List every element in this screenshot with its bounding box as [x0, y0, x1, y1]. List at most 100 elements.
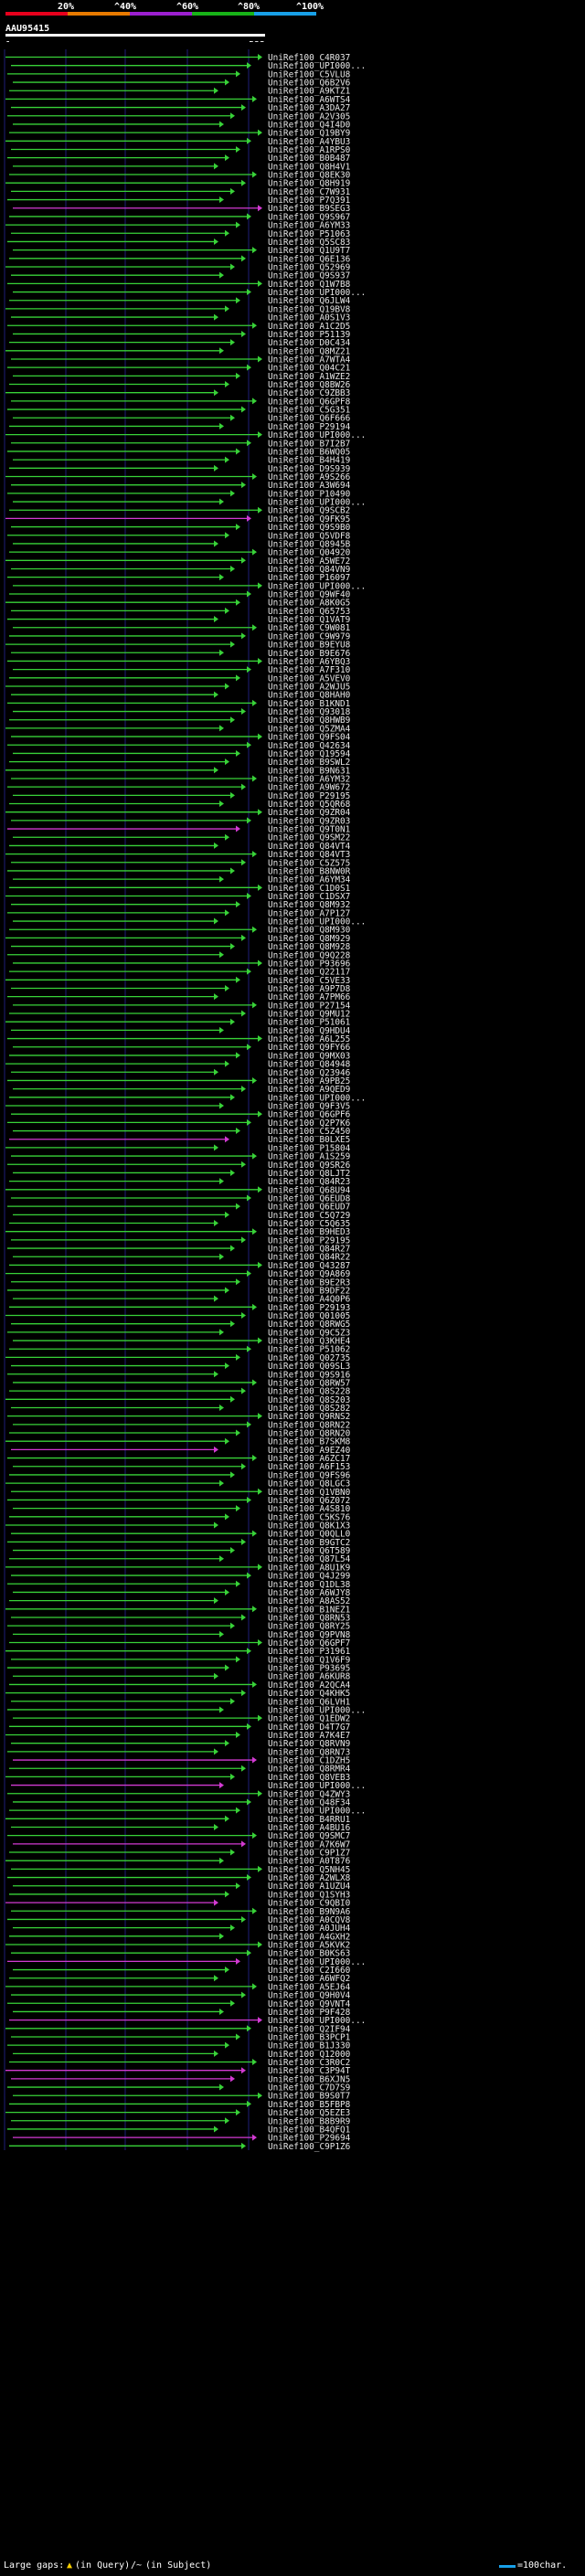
- hit-arrowhead: [214, 163, 218, 170]
- hit-arrowhead: [236, 1052, 240, 1059]
- legend-query-gap-marker: ▲: [67, 2560, 73, 2571]
- hit-arrowhead: [252, 473, 257, 480]
- hit-arrowhead: [236, 145, 240, 153]
- hit-arrowhead: [230, 1018, 235, 1025]
- hit-arrowhead: [230, 1547, 235, 1554]
- hit-arrowhead: [236, 297, 240, 304]
- hit-arrowhead: [236, 1957, 240, 1965]
- hit-arrowhead: [241, 330, 246, 337]
- hit-arrowhead: [225, 2041, 229, 2049]
- hit-arrowhead: [225, 1136, 229, 1143]
- hit-arrowhead: [236, 2033, 240, 2041]
- hit-arrowhead: [258, 431, 262, 439]
- hit-arrowhead: [252, 624, 257, 631]
- hit-arrowhead: [241, 1991, 246, 1998]
- hit-arrowhead: [219, 574, 224, 581]
- hit-arrowhead: [252, 1076, 257, 1084]
- hit-arrowhead: [214, 1371, 218, 1378]
- hit-arrowhead: [258, 657, 262, 664]
- alignment-hits-chart: UniRef100_C4R037UniRef100_UPI000...UniRe…: [4, 49, 366, 2152]
- hit-arrowhead: [258, 280, 262, 287]
- hit-arrowhead: [252, 2059, 257, 2066]
- hit-arrowhead: [258, 1714, 262, 1722]
- hit-arrowhead: [236, 1278, 240, 1286]
- hit-arrowhead: [214, 2125, 218, 2133]
- hit-arrowhead: [225, 909, 229, 917]
- hit-arrowhead: [241, 1236, 246, 1244]
- hit-arrowhead: [230, 943, 235, 950]
- hit-arrowhead: [241, 1387, 246, 1394]
- hit-arrowhead: [258, 959, 262, 967]
- hit-arrowhead: [214, 1748, 218, 1755]
- hit-arrowhead: [214, 1899, 218, 1906]
- hit-arrowhead: [219, 196, 224, 204]
- hit-arrowhead: [230, 112, 235, 120]
- hit-arrowhead: [252, 398, 257, 405]
- hit-arrowhead: [225, 229, 229, 237]
- hit-arrowhead: [258, 129, 262, 136]
- hit-arrowhead: [225, 1664, 229, 1671]
- hit-arrowhead: [230, 1849, 235, 1856]
- hit-arrowhead: [225, 607, 229, 614]
- hit-arrowhead: [258, 1790, 262, 1797]
- hit-arrowhead: [225, 79, 229, 86]
- hit-arrowhead: [241, 2067, 246, 2074]
- hit-arrowhead: [252, 1832, 257, 1839]
- hit-arrowhead: [230, 791, 235, 799]
- hit-arrowhead: [258, 1941, 262, 1948]
- hit-arrowhead: [214, 389, 218, 397]
- hit-arrowhead: [214, 1597, 218, 1605]
- hit-arrowhead: [219, 498, 224, 505]
- hit-arrowhead: [225, 532, 229, 539]
- hit-arrowhead: [236, 221, 240, 228]
- hit-arrowhead: [230, 716, 235, 724]
- hit-arrowhead: [252, 1606, 257, 1613]
- hit-arrowhead: [236, 70, 240, 78]
- hit-arrowhead: [236, 1128, 240, 1135]
- hit-arrowhead: [219, 347, 224, 355]
- hit-arrowhead: [230, 1773, 235, 1780]
- hit-arrowhead: [252, 548, 257, 556]
- hit-arrowhead: [258, 1110, 262, 1118]
- hit-arrowhead: [236, 749, 240, 757]
- hit-arrowhead: [258, 733, 262, 740]
- hit-arrowhead: [241, 1086, 246, 1093]
- hit-arrowhead: [214, 313, 218, 321]
- hit-arrowhead: [236, 599, 240, 606]
- hit-arrowhead: [214, 1975, 218, 1982]
- hit-arrowhead: [214, 1295, 218, 1302]
- hit-arrowhead: [241, 179, 246, 186]
- hit-arrowhead: [230, 641, 235, 648]
- hit-arrowhead: [225, 305, 229, 313]
- hit-arrowhead: [241, 783, 246, 790]
- hit-arrowhead: [236, 1429, 240, 1436]
- hit-arrowhead: [214, 616, 218, 623]
- hit-arrowhead: [230, 1395, 235, 1403]
- hit-arrowhead: [219, 649, 224, 656]
- hit-arrowhead: [236, 2109, 240, 2116]
- hit-arrowhead: [252, 1152, 257, 1160]
- hit-arrowhead: [214, 238, 218, 245]
- hit-label[interactable]: UniRef100_C9P1Z6: [268, 2142, 351, 2152]
- hit-arrowhead: [225, 1437, 229, 1445]
- hit-arrowhead: [219, 1026, 224, 1034]
- hit-arrowhead: [241, 557, 246, 564]
- hit-arrowhead: [258, 506, 262, 514]
- hit-row: UniRef100_C9P1Z6: [9, 2142, 351, 2152]
- hit-arrowhead: [214, 1220, 218, 1227]
- hit-arrowhead: [236, 1505, 240, 1512]
- hit-arrowhead: [252, 2134, 257, 2141]
- hit-arrowhead: [258, 54, 262, 60]
- legend-scale-swatch: [499, 2565, 516, 2568]
- hit-arrowhead: [219, 1933, 224, 1940]
- hit-arrowhead: [230, 867, 235, 875]
- hit-arrowhead: [258, 1035, 262, 1043]
- hit-arrowhead: [258, 1261, 262, 1268]
- hit-arrowhead: [219, 1178, 224, 1185]
- hit-arrowhead: [225, 1815, 229, 1822]
- hit-arrowhead: [214, 691, 218, 698]
- hit-arrowhead: [225, 683, 229, 690]
- hit-arrowhead: [241, 1538, 246, 1545]
- hit-arrowhead: [214, 1144, 218, 1151]
- hit-arrowhead: [252, 1530, 257, 1537]
